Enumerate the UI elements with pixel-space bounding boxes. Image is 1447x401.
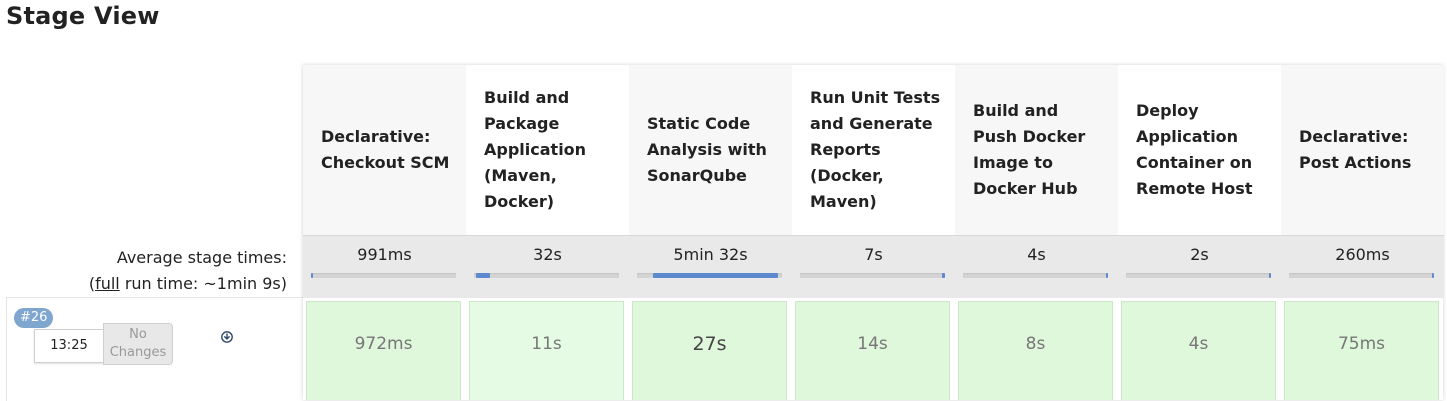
- stage-average: 32s: [466, 235, 629, 298]
- stage-run-cell[interactable]: 14s: [795, 301, 950, 400]
- build-time: 13:25: [34, 329, 104, 363]
- stage-header[interactable]: Build and Push Docker Image to Docker Hu…: [955, 65, 1118, 235]
- stage-run-cell[interactable]: 75ms: [1284, 301, 1439, 400]
- stage-run-cell[interactable]: 11s: [469, 301, 624, 400]
- stage-header[interactable]: Run Unit Tests and Generate Reports (Doc…: [792, 65, 955, 235]
- stage-average-time: 5min 32s: [673, 245, 748, 264]
- stage-column: Build and Push Docker Image to Docker Hu…: [955, 65, 1118, 400]
- stage-average-time: 4s: [1027, 245, 1046, 264]
- full-link[interactable]: full: [95, 274, 120, 293]
- download-circle-icon[interactable]: [221, 331, 233, 343]
- stage-average-time: 991ms: [357, 245, 412, 264]
- stage-header[interactable]: Declarative: Post Actions: [1281, 65, 1444, 235]
- stage-average-progress-bar: [963, 273, 1108, 278]
- stage-column: Declarative: Checkout SCM 991ms 972ms: [303, 65, 466, 400]
- stage-average-progress-bar: [637, 273, 782, 278]
- stage-average: 5min 32s: [629, 235, 792, 298]
- stage-grid: Declarative: Checkout SCM 991ms 972ms Build…: [303, 65, 1444, 400]
- full-run-suffix: run time: ~1min 9s): [119, 274, 287, 293]
- stage-header[interactable]: Build and Package Application (Maven, Do…: [466, 65, 629, 235]
- stage-average: 4s: [955, 235, 1118, 298]
- stage-average: 7s: [792, 235, 955, 298]
- stage-run-cell[interactable]: 4s: [1121, 301, 1276, 400]
- average-stage-times-label: Average stage times: (full run time: ~1m…: [7, 245, 287, 297]
- stage-column: Static Code Analysis with SonarQube 5min …: [629, 65, 792, 400]
- stage-header[interactable]: Deploy Application Container on Remote H…: [1118, 65, 1281, 235]
- stage-average-time: 260ms: [1335, 245, 1390, 264]
- build-row-header: #26 13:25 No Changes: [6, 297, 304, 401]
- average-label-text: Average stage times:: [116, 248, 287, 267]
- stage-average-time: 7s: [864, 245, 883, 264]
- stage-column: Run Unit Tests and Generate Reports (Doc…: [792, 65, 955, 400]
- stage-average: 260ms: [1281, 235, 1444, 298]
- stage-average: 991ms: [303, 235, 466, 298]
- build-number-badge[interactable]: #26: [14, 308, 54, 328]
- stage-average-progress-fill: [653, 273, 778, 278]
- stage-run-cell[interactable]: 972ms: [306, 301, 461, 400]
- stage-header[interactable]: Static Code Analysis with SonarQube: [629, 65, 792, 235]
- stage-average-progress-fill: [1269, 273, 1271, 278]
- stage-average-time: 32s: [533, 245, 562, 264]
- stage-average-progress-bar: [474, 273, 619, 278]
- stage-average-progress-fill: [1432, 273, 1434, 278]
- stage-average-time: 2s: [1190, 245, 1209, 264]
- stage-column: Build and Package Application (Maven, Do…: [466, 65, 629, 400]
- stage-column: Declarative: Post Actions 260ms 75ms: [1281, 65, 1444, 400]
- stage-header[interactable]: Declarative: Checkout SCM: [303, 65, 466, 235]
- stage-average-progress-bar: [1126, 273, 1271, 278]
- stage-run-cell[interactable]: 27s: [632, 301, 787, 400]
- stage-average-progress-bar: [1289, 273, 1434, 278]
- stage-average-progress-bar: [800, 273, 945, 278]
- stage-column: Deploy Application Container on Remote H…: [1118, 65, 1281, 400]
- stage-average: 2s: [1118, 235, 1281, 298]
- stage-average-progress-fill: [942, 273, 945, 278]
- stage-average-progress-fill: [476, 273, 490, 278]
- no-changes-button[interactable]: No Changes: [103, 323, 173, 365]
- stage-average-progress-fill: [311, 273, 313, 278]
- full-run-time: (full run time: ~1min 9s): [7, 271, 287, 297]
- stage-average-progress-bar: [311, 273, 456, 278]
- stage-average-progress-fill: [1106, 273, 1108, 278]
- stage-run-cell[interactable]: 8s: [958, 301, 1113, 400]
- left-column: Average stage times: (full run time: ~1m…: [0, 0, 305, 401]
